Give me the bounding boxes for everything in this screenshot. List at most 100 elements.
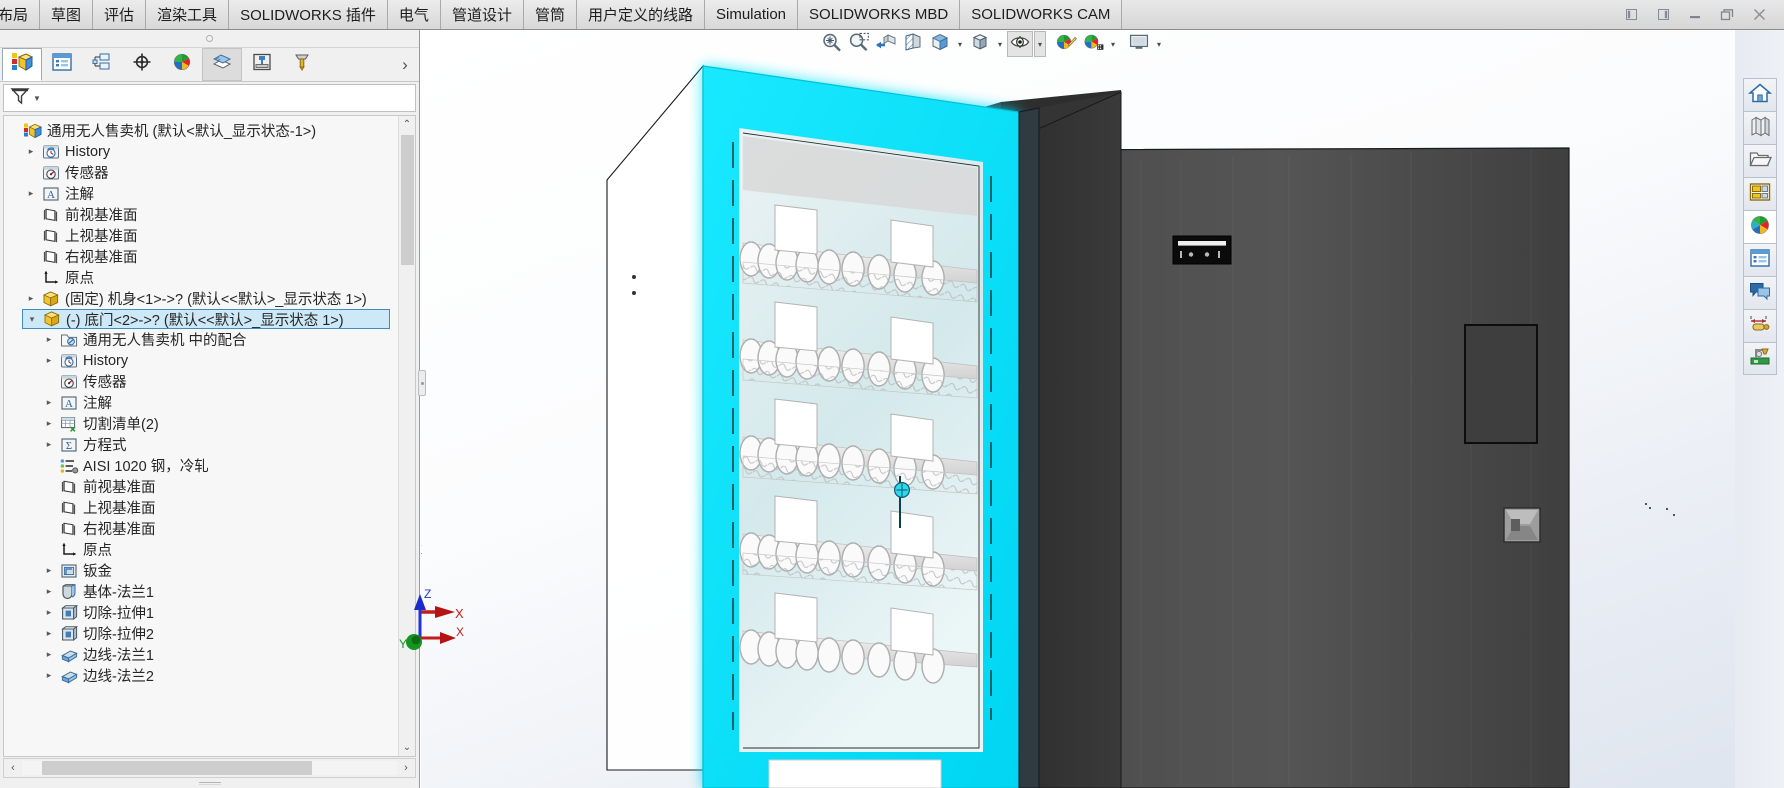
feature-manager-expand-chevron[interactable]: › [391,48,419,81]
tab-sketch[interactable]: 草图 [40,0,94,29]
feature-tree-item[interactable]: 上视基准面 [22,225,398,246]
touch-screen-panel[interactable] [1464,324,1538,444]
feature-tree-item[interactable]: ▸ 切除-拉伸2 [40,623,398,644]
solidworks-forum-button[interactable] [1742,276,1777,309]
chevron-right-icon[interactable]: ▸ [40,628,58,639]
viewport-caret-icon[interactable]: ▾ [1153,31,1165,57]
chevron-right-icon[interactable]: ▸ [40,334,58,345]
feature-tree-vertical-scrollbar[interactable]: ⌃ ⌄ [398,116,415,756]
feature-tree-item[interactable]: 前视基准面 [22,204,398,225]
scroll-up-arrow-icon[interactable]: ⌃ [399,116,416,133]
feature-tree-item[interactable]: 右视基准面 [22,246,398,267]
feature-tree-item[interactable]: ▸ A 注解 [22,183,398,204]
feature-tree-horizontal-scrollbar[interactable]: ‹ › [3,758,416,778]
display-style-button[interactable] [967,31,993,57]
chevron-right-icon[interactable]: ▸ [40,439,58,450]
tab-electrical[interactable]: 电气 [387,0,441,29]
hide-show-items-caret-icon[interactable]: ▾ [1034,31,1046,57]
chevron-right-icon[interactable]: ▸ [22,293,40,304]
minimize-icon[interactable] [1680,1,1710,29]
feature-tree-item[interactable]: ▸ History [40,350,398,371]
view-orientation-button[interactable] [927,31,953,57]
chevron-right-icon[interactable]: ▸ [40,607,58,618]
horizontal-scroll-track[interactable] [22,761,397,775]
hide-show-items-button[interactable] [1007,31,1033,57]
configuration-manager-tab[interactable] [82,48,122,81]
chevron-right-icon[interactable]: ▸ [40,355,58,366]
open-door-wireframe[interactable] [606,64,704,771]
chevron-right-icon[interactable]: ▸ [40,418,58,429]
graphics-viewport[interactable]: Z [421,30,1735,788]
chevron-right-icon[interactable]: ▸ [22,188,40,199]
tab-layout[interactable]: 布局 [0,0,41,29]
maximize-icon[interactable] [1712,1,1742,29]
view-palette-button[interactable] [1742,177,1777,210]
custom-properties-button[interactable] [1742,243,1777,276]
tab-solidworks-mbd[interactable]: SOLIDWORKS MBD [798,0,961,29]
tab-render-tools[interactable]: 渲染工具 [146,0,230,29]
vending-machine-model[interactable] [421,30,1735,788]
restore-left-icon[interactable] [1616,1,1646,29]
tab-solidworks-cam[interactable]: SOLIDWORKS CAM [960,0,1123,29]
section-view-button[interactable] [900,31,926,57]
solidworks-resources-button[interactable] [1742,78,1777,111]
feature-tree-tab[interactable] [2,48,42,81]
feature-tree-item-selected[interactable]: ▾ (-) 底门<2>->? (默认<<默认>_显示状态 1>) [22,309,390,329]
previous-view-button[interactable] [873,31,899,57]
feature-tree-item[interactable]: 传感器 [22,162,398,183]
scroll-right-arrow-icon[interactable]: › [397,762,415,774]
feature-tree-item[interactable]: 上视基准面 [40,497,398,518]
panel-splitter-handle[interactable] [418,370,426,396]
feature-tree-filter[interactable]: ▼ [3,84,416,112]
zoom-to-fit-button[interactable] [819,31,845,57]
dimxpert-manager-tab[interactable] [122,48,162,81]
apply-scene-caret-icon[interactable]: ▾ [1107,31,1119,57]
edit-appearance-button[interactable] [1053,31,1079,57]
panel-bottom-grip[interactable] [0,778,419,788]
chevron-right-icon[interactable]: ▸ [40,670,58,681]
appearances-scenes-button[interactable] [1742,210,1777,243]
restore-right-icon[interactable] [1648,1,1678,29]
display-style-caret-icon[interactable]: ▾ [994,31,1006,57]
simulation-tab[interactable] [242,48,282,81]
vertical-scroll-thumb[interactable] [400,135,414,265]
filter-dropdown-caret-icon[interactable]: ▼ [33,94,41,103]
feature-tree-item[interactable]: AISI 1020 钢，冷轧 [40,455,398,476]
feature-tree-item[interactable]: ▸ A 注解 [40,392,398,413]
apply-scene-button[interactable] [1080,31,1106,57]
feature-tree-item[interactable]: ▸ 边线-法兰2 [40,665,398,686]
motion-study-tab[interactable] [202,48,242,81]
cam-tab[interactable] [282,48,322,81]
cam-feature-button[interactable] [1742,342,1777,375]
mbd-dimension-button[interactable] [1742,309,1777,342]
display-manager-tab[interactable] [162,48,202,81]
feature-tree-item[interactable]: 前视基准面 [40,476,398,497]
close-icon[interactable] [1744,1,1774,29]
feature-tree-item[interactable]: ▸ 边线-法兰1 [40,644,398,665]
chevron-right-icon[interactable]: ▸ [40,649,58,660]
chevron-right-icon[interactable]: ▸ [40,586,58,597]
viewport-button[interactable] [1126,31,1152,57]
scroll-down-arrow-icon[interactable]: ⌄ [399,739,416,756]
selected-door-component[interactable] [702,65,1040,788]
feature-tree-item[interactable]: 传感器 [40,371,398,392]
chevron-down-icon[interactable]: ▾ [23,314,41,325]
dispenser-flap[interactable] [1503,507,1541,543]
chevron-right-icon[interactable]: ▸ [40,565,58,576]
feature-tree-item[interactable]: 右视基准面 [40,518,398,539]
cabinet-front-panel[interactable] [987,91,1675,788]
card-reader[interactable] [1172,235,1232,265]
tab-solidworks-addins[interactable]: SOLIDWORKS 插件 [229,0,388,29]
tab-piping-design[interactable]: 管道设计 [440,0,524,29]
panel-collapse-grip[interactable] [0,30,419,48]
view-orientation-caret-icon[interactable]: ▾ [954,31,966,57]
feature-tree-item[interactable]: ▸ 钣金 [40,560,398,581]
scroll-left-arrow-icon[interactable]: ‹ [4,762,22,774]
feature-tree-item[interactable]: ▸ Σ 方程式 [40,434,398,455]
feature-tree-item[interactable]: ▸ (固定) 机身<1>->? (默认<<默认>_显示状态 1>) [22,288,398,309]
tab-tubing[interactable]: 管筒 [523,0,577,29]
chevron-right-icon[interactable]: ▸ [40,397,58,408]
feature-tree-item[interactable]: ▸ History [22,141,398,162]
feature-tree-item[interactable]: ▸ 切割清单(2) [40,413,398,434]
feature-tree-item[interactable]: 通用无人售卖机 (默认<默认_显示状态-1>) [4,120,398,141]
